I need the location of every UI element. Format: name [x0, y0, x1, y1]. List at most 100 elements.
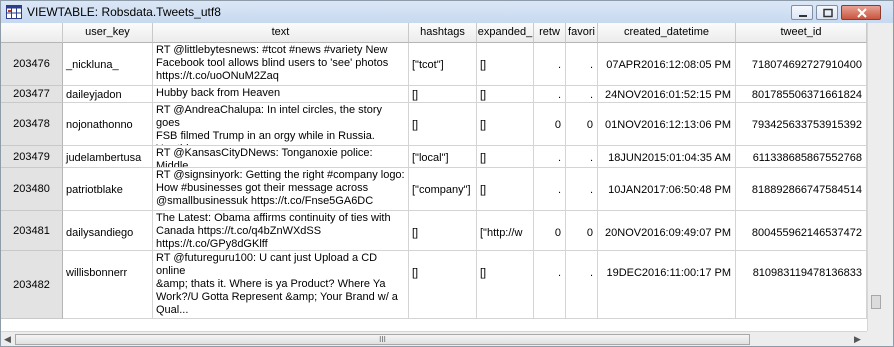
maximize-button[interactable] — [816, 5, 838, 20]
cell-value: . — [557, 267, 561, 279]
cell-value: RT @KansasCityDNews: Tonganoxie police: … — [156, 147, 373, 168]
table-cell-created-datetime[interactable]: 10JAN2017:06:50:48 PM — [598, 168, 736, 211]
table-cell-text[interactable]: The Latest: Obama affirms continuity of … — [153, 211, 409, 251]
table-cell-favorite[interactable]: . — [566, 168, 598, 211]
table-cell-expanded[interactable]: [] — [477, 43, 534, 86]
table-cell-tweet-id[interactable]: 611338685867552768 — [736, 146, 867, 168]
table-cell-expanded[interactable]: [] — [477, 103, 534, 146]
row-number[interactable]: 203477 — [1, 86, 63, 103]
cell-value: willisbonnerr — [66, 267, 128, 279]
table-cell-hashtags[interactable]: ["local"] — [409, 146, 477, 168]
column-header-text[interactable]: text — [153, 23, 409, 43]
column-header-hashtags[interactable]: hashtags — [409, 23, 477, 43]
table-cell-retweet[interactable]: . — [534, 146, 566, 168]
table-cell-favorite[interactable]: 0 — [566, 103, 598, 146]
table-cell-text[interactable]: RT @signsinyork: Getting the right #comp… — [153, 168, 409, 211]
table-cell-user-key[interactable]: dailysandiego — [63, 211, 153, 251]
cell-value: [] — [480, 89, 487, 101]
cell-value: 810983119478136833 — [752, 267, 862, 279]
cell-value: RT @AndreaChalupa: In intel circles, the… — [156, 104, 382, 145]
table-cell-hashtags[interactable]: ["company"] — [409, 168, 477, 211]
table-cell-hashtags[interactable]: [] — [409, 103, 477, 146]
table-cell-expanded[interactable]: [] — [477, 168, 534, 211]
table-cell-tweet-id[interactable]: 793425633753915392 — [736, 103, 867, 146]
cell-value: 818892866747584514 — [751, 184, 862, 196]
table-cell-favorite[interactable]: . — [566, 251, 598, 319]
table-cell-tweet-id[interactable]: 718074692727910400 — [736, 43, 867, 86]
row-number[interactable]: 203481 — [1, 211, 63, 251]
cell-value: [] — [412, 227, 419, 239]
table-cell-text[interactable]: RT @AndreaChalupa: In intel circles, the… — [153, 103, 409, 146]
table-cell-tweet-id[interactable]: 810983119478136833 — [736, 251, 867, 319]
table-cell-user-key[interactable]: daileyjadon — [63, 86, 153, 103]
table-cell-hashtags[interactable]: ["tcot"] — [409, 43, 477, 86]
cell-value: 10JAN2017:06:50:48 PM — [608, 184, 731, 196]
cell-value: [] — [412, 119, 419, 131]
table-cell-text[interactable]: RT @littlebytesnews: #tcot #news #variet… — [153, 43, 409, 86]
table-cell-user-key[interactable]: nojonathonno — [63, 103, 153, 146]
cell-value: . — [557, 89, 561, 101]
title-bar[interactable]: VIEWTABLE: Robsdata.Tweets_utf8 — [1, 1, 893, 24]
table-cell-user-key[interactable]: _nickluna_ — [63, 43, 153, 86]
table-cell-text[interactable]: RT @KansasCityDNews: Tonganoxie police: … — [153, 146, 409, 168]
table-cell-expanded[interactable]: [] — [477, 86, 534, 103]
column-header-user-key[interactable]: user_key — [63, 23, 153, 43]
table-cell-created-datetime[interactable]: 20NOV2016:09:49:07 PM — [598, 211, 736, 251]
table-cell-favorite[interactable]: . — [566, 146, 598, 168]
horizontal-scrollbar[interactable]: ◀ III ▶ — [1, 331, 867, 346]
table-cell-expanded[interactable]: [] — [477, 251, 534, 319]
table-cell-user-key[interactable]: patriotblake — [63, 168, 153, 211]
column-header-expanded[interactable]: expanded_ — [477, 23, 534, 43]
cell-value: 800455962146537472 — [751, 227, 862, 239]
cell-value: judelambertusa — [66, 152, 142, 164]
close-button[interactable] — [841, 5, 881, 20]
scrollbar-corner — [867, 331, 893, 346]
cell-value: RT @littlebytesnews: #tcot #news #variet… — [156, 44, 389, 82]
row-number[interactable]: 203480 — [1, 168, 63, 211]
table-cell-text[interactable]: RT @futureguru100: U cant just Upload a … — [153, 251, 409, 319]
column-header-created-datetime[interactable]: created_datetime — [598, 23, 736, 43]
vertical-scrollbar[interactable] — [867, 23, 893, 331]
table-cell-favorite[interactable]: . — [566, 43, 598, 86]
scroll-right-arrow-icon[interactable]: ▶ — [854, 334, 861, 345]
table-cell-user-key[interactable]: willisbonnerr — [63, 251, 153, 319]
table-cell-hashtags[interactable]: [] — [409, 251, 477, 319]
table-cell-retweet[interactable]: 0 — [534, 211, 566, 251]
table-cell-created-datetime[interactable]: 01NOV2016:12:13:06 PM — [598, 103, 736, 146]
minimize-button[interactable] — [791, 5, 813, 20]
table-cell-text[interactable]: Hubby back from Heaven — [153, 86, 409, 103]
vertical-scroll-thumb[interactable] — [871, 295, 881, 309]
scroll-left-arrow-icon[interactable]: ◀ — [4, 334, 11, 345]
table-cell-user-key[interactable]: judelambertusa — [63, 146, 153, 168]
table-cell-created-datetime[interactable]: 19DEC2016:11:00:17 PM — [598, 251, 736, 319]
cell-value: ["local"] — [412, 152, 449, 164]
table-cell-created-datetime[interactable]: 07APR2016:12:08:05 PM — [598, 43, 736, 86]
cell-value: 0 — [554, 227, 561, 239]
table-cell-favorite[interactable]: . — [566, 86, 598, 103]
table-cell-retweet[interactable]: . — [534, 86, 566, 103]
cell-value: . — [589, 59, 593, 71]
table-cell-expanded[interactable]: ["http://w — [477, 211, 534, 251]
table-cell-hashtags[interactable]: [] — [409, 86, 477, 103]
row-number[interactable]: 203479 — [1, 146, 63, 168]
column-header-tweet-id[interactable]: tweet_id — [736, 23, 867, 43]
table-cell-hashtags[interactable]: [] — [409, 211, 477, 251]
row-number[interactable]: 203476 — [1, 43, 63, 86]
column-header-favorite[interactable]: favori — [566, 23, 598, 43]
horizontal-scroll-thumb[interactable]: III — [15, 334, 750, 345]
row-number[interactable]: 203482 — [1, 251, 63, 319]
table-cell-created-datetime[interactable]: 24NOV2016:01:52:15 PM — [598, 86, 736, 103]
table-cell-retweet[interactable]: . — [534, 251, 566, 319]
table-cell-retweet[interactable]: . — [534, 168, 566, 211]
table-cell-tweet-id[interactable]: 801785506371661824 — [736, 86, 867, 103]
table-cell-created-datetime[interactable]: 18JUN2015:01:04:35 AM — [598, 146, 736, 168]
table-cell-retweet[interactable]: 0 — [534, 103, 566, 146]
table-cell-tweet-id[interactable]: 800455962146537472 — [736, 211, 867, 251]
table-cell-tweet-id[interactable]: 818892866747584514 — [736, 168, 867, 211]
column-header-retweet[interactable]: retw — [534, 23, 566, 43]
table-cell-favorite[interactable]: 0 — [566, 211, 598, 251]
table-cell-retweet[interactable]: . — [534, 43, 566, 86]
row-number[interactable]: 203478 — [1, 103, 63, 146]
cell-value: . — [589, 184, 593, 196]
table-cell-expanded[interactable]: [] — [477, 146, 534, 168]
